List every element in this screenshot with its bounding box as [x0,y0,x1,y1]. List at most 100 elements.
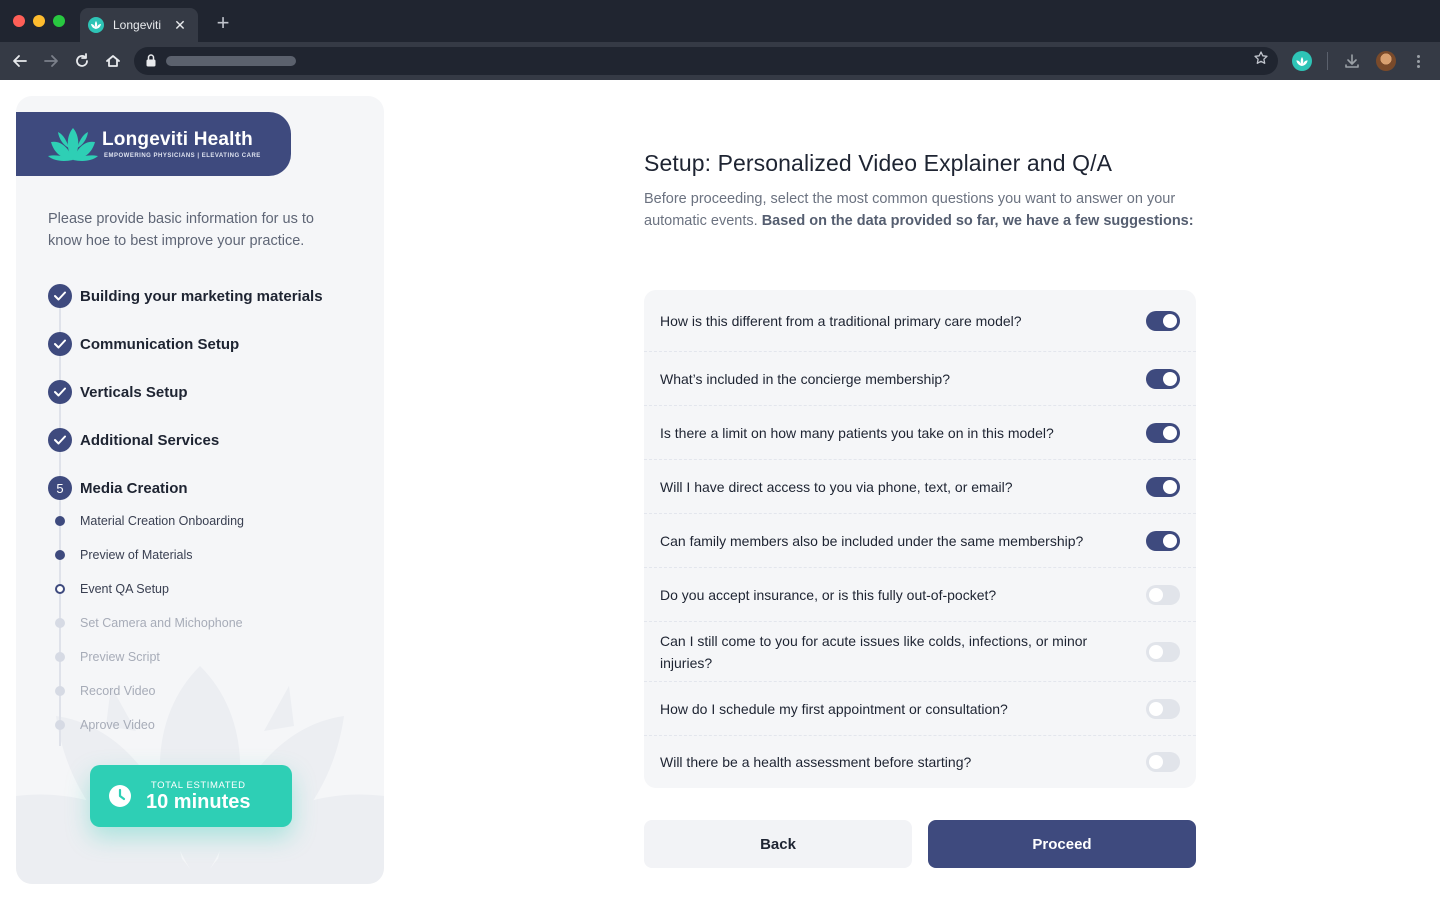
question-text: Can I still come to you for acute issues… [660,632,1088,671]
home-icon[interactable] [102,50,124,72]
sidebar-intro: Please provide basic information for us … [48,211,314,249]
step-label: Media Creation [80,479,188,497]
question-row[interactable]: Can I still come to you for acute issues… [644,622,1196,682]
step-label: Additional Services [80,431,220,449]
substep-label: Event QA Setup [80,582,169,596]
substep-label: Preview Script [80,650,160,664]
question-text: Do you accept insurance, or is this full… [660,586,997,603]
step-verticals-setup[interactable]: Verticals Setup [48,380,188,404]
question-row[interactable]: How do I schedule my first appointment o… [644,682,1196,736]
question-row[interactable]: Is there a limit on how many patients yo… [644,406,1196,460]
question-row[interactable]: How is this different from a traditional… [644,290,1196,352]
substep-label: Record Video [80,684,156,698]
step-media-creation[interactable]: 5 Media Creation [48,476,188,500]
tab-close-icon[interactable]: ✕ [172,17,188,34]
download-icon[interactable] [1342,51,1362,71]
tab-title: Longeviti [113,18,162,32]
substep-event-qa-setup[interactable]: Event QA Setup [54,582,169,596]
substep-record-video: Record Video [54,684,156,698]
check-icon [48,380,72,404]
window-close-button[interactable] [13,15,25,27]
completed-dot-icon [55,550,65,560]
back-arrow-icon[interactable] [9,50,31,72]
description-suggestion-text: Based on the data provided so far, we ha… [761,213,1194,229]
pending-dot-icon [55,618,65,628]
substep-material-creation-onboarding[interactable]: Material Creation Onboarding [54,514,244,528]
toolbar-separator [1327,52,1328,70]
time-estimate-value: 10 minutes [146,790,251,813]
substep-label: Set Camera and Michophone [80,616,243,630]
question-text: How do I schedule my first appointment o… [660,700,1008,717]
step-communication-setup[interactable]: Communication Setup [48,332,239,356]
substep-approve-video: Aprove Video [54,718,155,732]
question-toggle[interactable] [1146,530,1180,551]
question-toggle[interactable] [1146,698,1180,719]
back-button[interactable]: Back [644,820,912,868]
step-label: Verticals Setup [80,383,188,401]
question-toggle[interactable] [1146,752,1180,772]
check-icon [48,284,72,308]
reload-icon[interactable] [71,50,93,72]
question-toggle[interactable] [1146,310,1180,331]
pending-dot-icon [55,652,65,662]
address-bar[interactable] [134,47,1278,75]
question-text: Can family members also be included unde… [660,532,1084,549]
question-row[interactable]: What’s included in the concierge members… [644,352,1196,406]
question-row[interactable]: Will I have direct access to you via pho… [644,460,1196,514]
window-maximize-button[interactable] [53,15,65,27]
browser-tab[interactable]: Longeviti ✕ [80,8,198,42]
proceed-button[interactable]: Proceed [928,820,1196,868]
pending-dot-icon [55,686,65,696]
browser-menu-icon[interactable] [1408,51,1428,71]
new-tab-icon[interactable]: + [212,12,234,34]
substep-preview-of-materials[interactable]: Preview of Materials [54,548,193,562]
question-text: How is this different from a traditional… [660,312,1022,329]
substep-label: Preview of Materials [80,548,193,562]
url-placeholder [166,56,296,66]
browser-tab-strip: Longeviti ✕ + [0,0,1440,42]
time-estimate-card: TOTAL ESTIMATED 10 minutes [90,765,292,827]
step-label: Communication Setup [80,335,240,353]
time-estimate-label: TOTAL ESTIMATED [150,779,246,791]
page-description: Before proceeding, select the most commo… [644,188,1200,232]
substep-set-camera-and-microphone: Set Camera and Michophone [54,616,243,630]
question-text: Will I have direct access to you via pho… [660,478,1013,495]
step-label: Building your marketing materials [80,287,323,305]
question-toggle[interactable] [1146,641,1180,662]
check-icon [48,428,72,452]
question-toggle[interactable] [1146,476,1180,497]
lotus-favicon-icon [88,17,104,33]
pending-dot-icon [55,720,65,730]
brand-banner: Longeviti Health EMPOWERING PHYSICIANS |… [16,112,291,176]
question-toggle[interactable] [1146,422,1180,443]
question-list: How is this different from a traditional… [644,290,1196,788]
substep-preview-script: Preview Script [54,650,160,664]
lotus-logo-icon [48,128,98,161]
step-building-marketing-materials[interactable]: Building your marketing materials [48,284,323,308]
question-row[interactable]: Do you accept insurance, or is this full… [644,568,1196,622]
page-title: Setup: Personalized Video Explainer and … [644,150,1113,176]
brand-name: Longeviti Health [102,129,253,150]
check-icon [48,332,72,356]
window-minimize-button[interactable] [33,15,45,27]
step-number-badge: 5 [48,476,72,500]
step-additional-services[interactable]: Additional Services [48,428,219,452]
forward-arrow-icon[interactable] [40,50,62,72]
browser-toolbar [0,42,1440,80]
question-toggle[interactable] [1146,584,1180,605]
question-row[interactable]: Can family members also be included unde… [644,514,1196,568]
bookmark-star-icon[interactable] [1254,51,1268,69]
current-dot-icon [55,584,65,594]
question-text: Will there be a health assessment before… [660,754,972,770]
lock-icon [146,54,156,67]
question-row[interactable]: Will there be a health assessment before… [644,736,1196,788]
question-toggle[interactable] [1146,368,1180,389]
question-text: Is there a limit on how many patients yo… [660,424,1054,441]
onboarding-sidebar: Longeviti Health EMPOWERING PHYSICIANS |… [16,96,384,884]
lotus-extension-icon[interactable] [1292,51,1312,71]
profile-avatar[interactable] [1376,51,1396,71]
completed-dot-icon [55,516,65,526]
brand-tagline: EMPOWERING PHYSICIANS | ELEVATING CARE [104,153,261,159]
substep-label: Aprove Video [80,718,155,732]
substep-label: Material Creation Onboarding [80,514,244,528]
